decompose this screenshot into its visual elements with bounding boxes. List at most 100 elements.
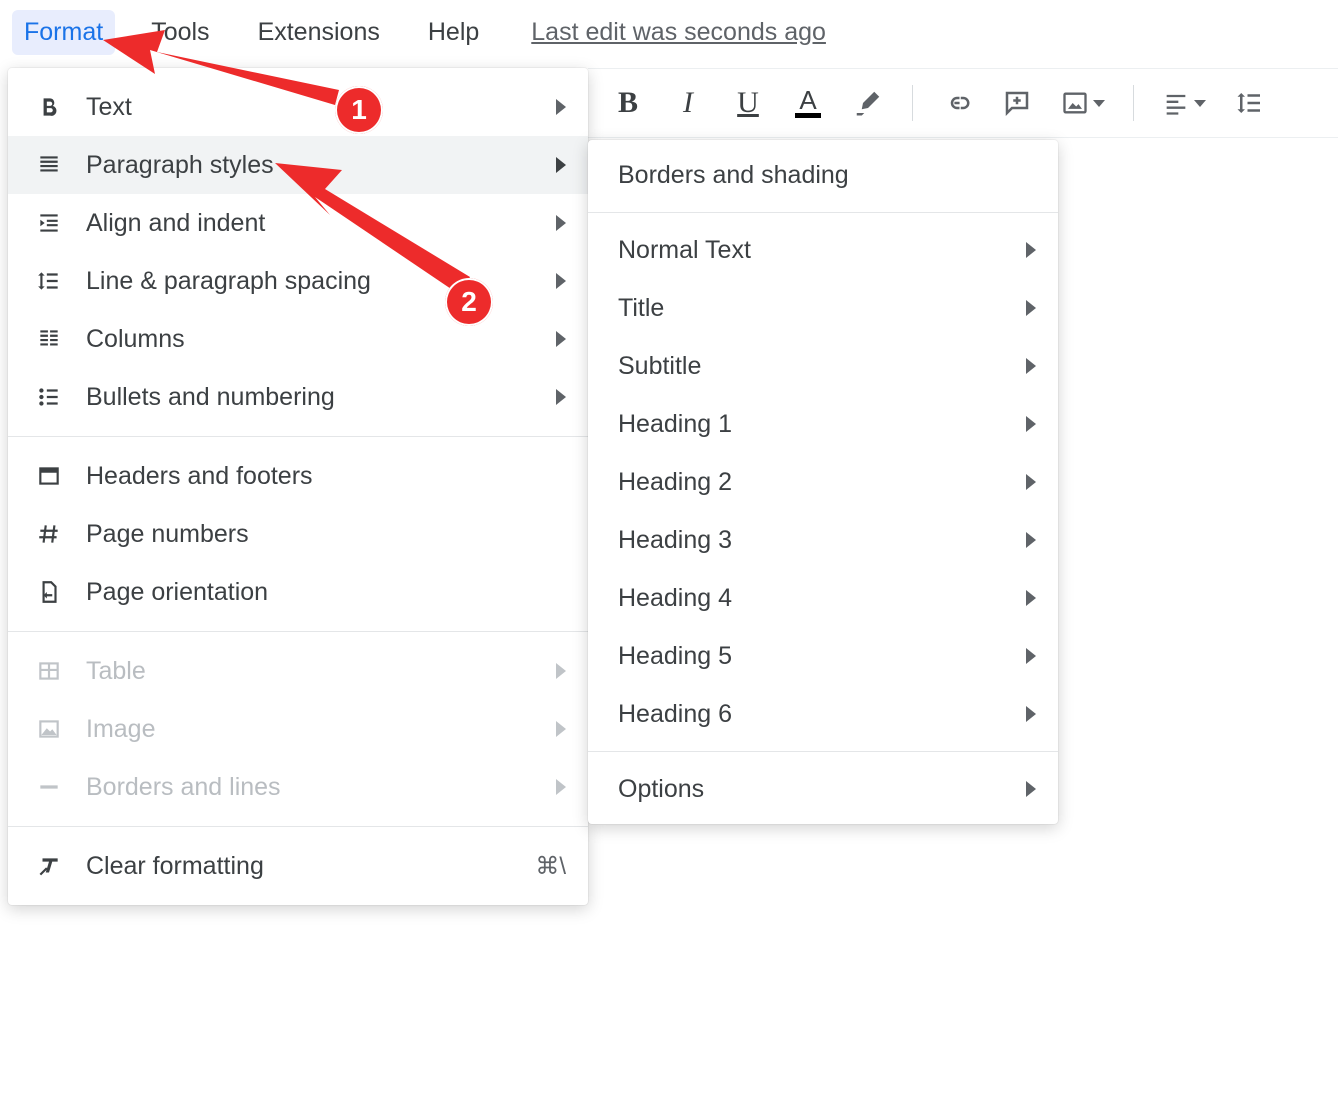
menu-tools[interactable]: Tools xyxy=(139,10,221,55)
format-table-label: Table xyxy=(86,657,544,686)
image-icon xyxy=(34,714,64,744)
picture-icon xyxy=(1061,89,1089,117)
format-table: Table xyxy=(8,642,588,700)
insert-link-button[interactable] xyxy=(937,83,977,123)
submenu-borders-shading-label: Borders and shading xyxy=(618,161,849,190)
submenu-heading-3-label: Heading 3 xyxy=(618,526,732,555)
format-align-indent[interactable]: Align and indent xyxy=(8,194,588,252)
add-comment-button[interactable] xyxy=(997,83,1037,123)
format-line-spacing-label: Line & paragraph spacing xyxy=(86,267,544,296)
format-dropdown: Text Paragraph styles Align and indent L… xyxy=(8,68,588,905)
submenu-subtitle[interactable]: Subtitle xyxy=(588,337,1058,395)
format-columns-label: Columns xyxy=(86,325,544,354)
format-text[interactable]: Text xyxy=(8,78,588,136)
format-line-spacing[interactable]: Line & paragraph spacing xyxy=(8,252,588,310)
format-page-orientation[interactable]: Page orientation xyxy=(8,563,588,621)
insert-image-button[interactable] xyxy=(1057,83,1109,123)
bold-button[interactable]: B xyxy=(608,83,648,123)
submenu-heading-1-label: Heading 1 xyxy=(618,410,732,439)
menu-separator xyxy=(8,826,588,827)
chevron-right-icon xyxy=(556,663,566,679)
format-borders-lines-label: Borders and lines xyxy=(86,773,544,802)
menu-help[interactable]: Help xyxy=(416,10,491,55)
format-columns[interactable]: Columns xyxy=(8,310,588,368)
paragraph-styles-submenu: Borders and shading Normal Text Title Su… xyxy=(588,140,1058,824)
chevron-right-icon xyxy=(1026,416,1036,432)
chevron-right-icon xyxy=(556,157,566,173)
chevron-right-icon xyxy=(1026,474,1036,490)
italic-icon: I xyxy=(683,86,693,120)
format-paragraph-styles[interactable]: Paragraph styles xyxy=(8,136,588,194)
format-page-orientation-label: Page orientation xyxy=(86,578,566,607)
menu-format[interactable]: Format xyxy=(12,10,115,55)
menu-separator xyxy=(8,631,588,632)
text-color-icon: A xyxy=(795,89,821,118)
menu-format-label: Format xyxy=(24,18,103,46)
submenu-heading-5[interactable]: Heading 5 xyxy=(588,627,1058,685)
last-edit-link[interactable]: Last edit was seconds ago xyxy=(531,18,826,47)
hash-icon xyxy=(34,519,64,549)
format-headers-footers-label: Headers and footers xyxy=(86,462,566,491)
comment-icon xyxy=(1002,88,1032,118)
format-clear-formatting-shortcut: ⌘\ xyxy=(535,852,566,881)
submenu-title-label: Title xyxy=(618,294,664,323)
menu-help-label: Help xyxy=(428,18,479,46)
submenu-options[interactable]: Options xyxy=(588,760,1058,818)
format-page-numbers-label: Page numbers xyxy=(86,520,566,549)
format-borders-lines: Borders and lines xyxy=(8,758,588,816)
headers-icon xyxy=(34,461,64,491)
link-icon xyxy=(942,88,972,118)
format-clear-formatting-label: Clear formatting xyxy=(86,852,535,881)
chevron-down-icon xyxy=(1194,100,1206,107)
highlight-button[interactable] xyxy=(848,83,888,123)
menu-extensions-label: Extensions xyxy=(258,18,380,46)
submenu-heading-5-label: Heading 5 xyxy=(618,642,732,671)
chevron-down-icon xyxy=(1093,100,1105,107)
submenu-heading-4[interactable]: Heading 4 xyxy=(588,569,1058,627)
toolbar-separator xyxy=(912,85,913,121)
submenu-heading-1[interactable]: Heading 1 xyxy=(588,395,1058,453)
chevron-right-icon xyxy=(1026,242,1036,258)
line-spacing-icon xyxy=(34,266,64,296)
line-spacing-icon xyxy=(1235,88,1265,118)
chevron-right-icon xyxy=(556,331,566,347)
submenu-heading-4-label: Heading 4 xyxy=(618,584,732,613)
underline-button[interactable]: U xyxy=(728,83,768,123)
format-bullets-numbering[interactable]: Bullets and numbering xyxy=(8,368,588,426)
line-spacing-button[interactable] xyxy=(1230,83,1270,123)
submenu-heading-2[interactable]: Heading 2 xyxy=(588,453,1058,511)
chevron-right-icon xyxy=(1026,590,1036,606)
align-left-icon xyxy=(1162,89,1190,117)
text-color-button[interactable]: A xyxy=(788,83,828,123)
submenu-normal-text[interactable]: Normal Text xyxy=(588,221,1058,279)
italic-button[interactable]: I xyxy=(668,83,708,123)
submenu-heading-3[interactable]: Heading 3 xyxy=(588,511,1058,569)
last-edit-text: Last edit was seconds ago xyxy=(531,18,826,46)
chevron-right-icon xyxy=(556,215,566,231)
menu-tools-label: Tools xyxy=(151,18,209,46)
paragraph-icon xyxy=(34,150,64,180)
submenu-borders-shading[interactable]: Borders and shading xyxy=(588,146,1058,204)
menubar: Format Tools Extensions Help Last edit w… xyxy=(0,0,1338,64)
format-page-numbers[interactable]: Page numbers xyxy=(8,505,588,563)
submenu-options-label: Options xyxy=(618,775,704,804)
menu-separator xyxy=(8,436,588,437)
format-text-label: Text xyxy=(86,93,544,122)
table-icon xyxy=(34,656,64,686)
format-headers-footers[interactable]: Headers and footers xyxy=(8,447,588,505)
format-clear-formatting[interactable]: Clear formatting ⌘\ xyxy=(8,837,588,895)
chevron-right-icon xyxy=(556,273,566,289)
menu-separator xyxy=(588,751,1058,752)
format-bullets-numbering-label: Bullets and numbering xyxy=(86,383,544,412)
chevron-right-icon xyxy=(1026,706,1036,722)
chevron-right-icon xyxy=(556,779,566,795)
submenu-title[interactable]: Title xyxy=(588,279,1058,337)
chevron-right-icon xyxy=(1026,300,1036,316)
align-button[interactable] xyxy=(1158,83,1210,123)
submenu-heading-6[interactable]: Heading 6 xyxy=(588,685,1058,743)
submenu-normal-text-label: Normal Text xyxy=(618,236,751,265)
bold-icon xyxy=(34,92,64,122)
menu-extensions[interactable]: Extensions xyxy=(246,10,392,55)
line-icon xyxy=(34,772,64,802)
indent-icon xyxy=(34,208,64,238)
